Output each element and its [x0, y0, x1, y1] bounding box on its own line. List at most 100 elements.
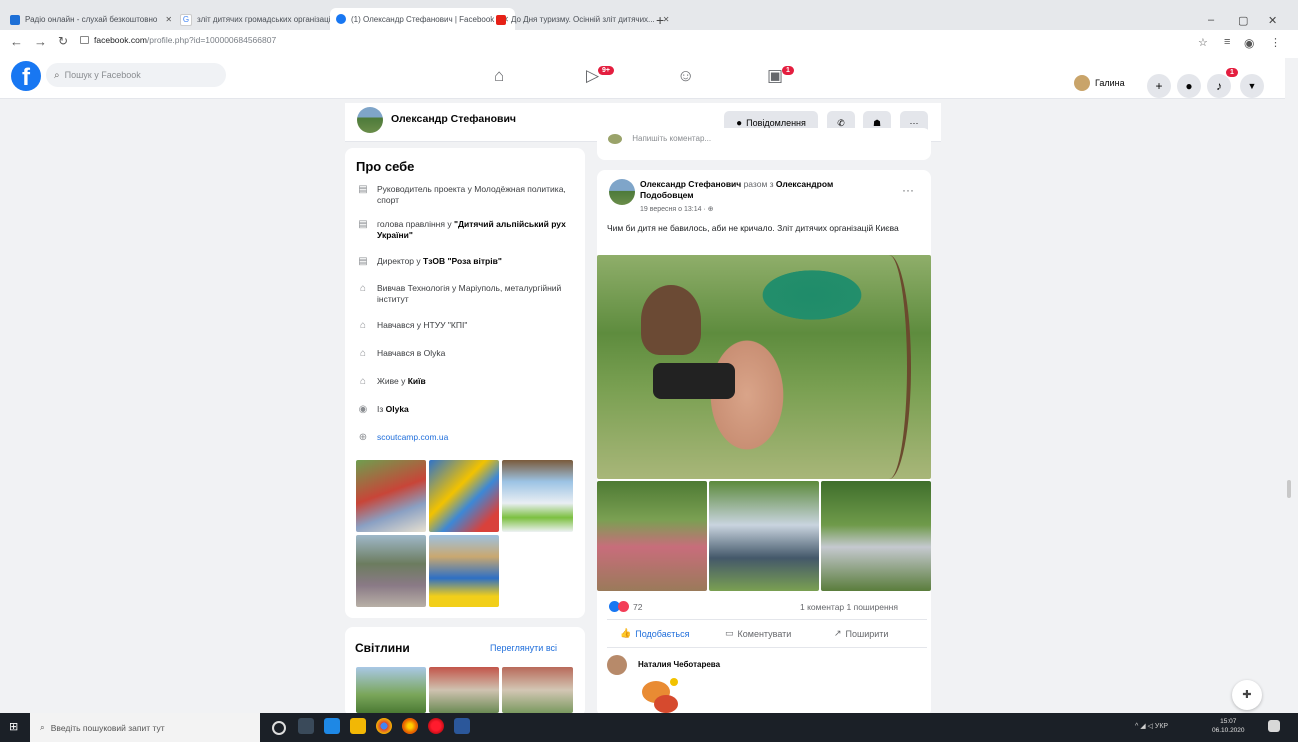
photo-thumbnail[interactable] — [356, 667, 426, 713]
file-explorer-icon[interactable] — [350, 718, 366, 734]
post-text: Чим би дитя не бавилось, аби не кричало.… — [607, 223, 899, 233]
close-tab-icon[interactable]: ✕ — [165, 15, 172, 24]
action-center-icon[interactable] — [1268, 720, 1280, 732]
comment-button[interactable]: ▭ Коментувати — [725, 628, 791, 639]
about-title: Про себе — [356, 159, 415, 174]
website-link[interactable]: scoutcamp.com.ua — [377, 432, 448, 443]
photo-thumbnail[interactable] — [502, 667, 573, 713]
profile-avatar[interactable] — [357, 107, 383, 133]
scrollbar-thumb[interactable] — [1287, 480, 1291, 498]
groups-icon[interactable]: ☺ — [677, 66, 694, 86]
user-profile-chip[interactable]: Галина — [1074, 75, 1125, 91]
create-plus-icon[interactable]: + — [1147, 74, 1171, 98]
lock-icon — [80, 36, 89, 44]
gaming-badge: 1 — [782, 66, 794, 75]
browser-tab-radio[interactable]: Радіо онлайн - слухай безкоштовно ✕ — [10, 9, 172, 30]
commenter-avatar[interactable] — [607, 655, 627, 675]
post-author-avatar[interactable] — [609, 179, 635, 205]
firefox-icon[interactable] — [402, 718, 418, 734]
notifications-badge: 1 — [1226, 68, 1238, 77]
bookmark-star-icon[interactable]: ☆ — [1198, 36, 1208, 49]
word-icon[interactable] — [454, 718, 470, 734]
messenger-icon[interactable]: ● — [1177, 74, 1201, 98]
reading-list-icon[interactable]: ≡ — [1224, 36, 1230, 48]
commenter-name[interactable]: Наталия Чеботарева — [638, 660, 720, 669]
opera-icon[interactable] — [428, 718, 444, 734]
about-item-education: ⌂ Навчався в Olyka — [357, 348, 577, 359]
sticker-image — [642, 678, 678, 713]
featured-photo[interactable] — [502, 460, 573, 532]
profile-name[interactable]: Олександр Стефанович — [391, 113, 516, 125]
window-maximize-button[interactable]: ▢ — [1238, 14, 1248, 27]
about-item-work: ▤ Руководитель проекта у Молодёжная поли… — [358, 184, 566, 205]
post-main-photo[interactable] — [597, 255, 931, 479]
ellipsis-icon: ··· — [909, 118, 919, 128]
window-minimize-button[interactable]: – — [1208, 14, 1214, 26]
about-item-lives-in: ⌂ Живе у Київ — [357, 376, 577, 387]
featured-photo[interactable] — [356, 460, 426, 532]
photos-title: Світлини — [355, 641, 410, 655]
divider — [607, 619, 927, 620]
profile-account-icon[interactable]: ◉ — [1244, 36, 1254, 50]
reactions-summary[interactable]: 72 — [609, 601, 642, 612]
user-avatar — [1074, 75, 1090, 91]
task-view-icon[interactable] — [298, 718, 314, 734]
about-item-from: ◉ Із Olyka — [358, 404, 409, 415]
comment-input[interactable]: Напишіть коментар... — [608, 134, 711, 144]
photo-detail — [641, 285, 701, 355]
chrome-icon[interactable] — [376, 718, 392, 734]
share-arrow-icon: ↗ — [834, 628, 842, 638]
forward-arrow-icon[interactable]: → — [34, 34, 47, 49]
account-dropdown-icon[interactable]: ▼ — [1240, 74, 1264, 98]
featured-photo[interactable] — [429, 535, 499, 607]
house-icon: ⌂ — [359, 376, 367, 387]
post-photo[interactable] — [821, 481, 931, 591]
browser-tab-facebook-active[interactable]: (1) Олександр Стефанович | Facebook ✕ — [330, 8, 515, 30]
browser-tab-google[interactable]: G зліт дитячих громадських організацій ✕ — [180, 9, 350, 30]
graduation-cap-icon: ⌂ — [359, 320, 367, 331]
taskbar-clock[interactable]: 15:07 06.10.2020 — [1212, 717, 1245, 735]
windows-start-icon[interactable]: ⊞ — [9, 720, 18, 733]
about-item-education: ⌂ Навчався у НТУУ "КПІ" — [357, 320, 577, 331]
browser-menu-icon[interactable]: ⋮ — [1270, 36, 1281, 49]
google-favicon-icon: G — [180, 13, 192, 26]
edge-icon[interactable] — [324, 718, 340, 734]
post-author-line: Олександр Стефанович разом з Олександром… — [640, 179, 834, 200]
system-tray[interactable]: ^ ◢ ◁ УКР — [1135, 722, 1168, 730]
gaming-icon[interactable]: ▣ — [767, 66, 783, 86]
facebook-search-input[interactable]: ⌕ Пошук у Facebook — [46, 63, 226, 87]
like-button[interactable]: 👍 Подобається — [620, 628, 689, 639]
browser-tab-youtube[interactable]: До Дня туризму. Осінній зліт дитячих... … — [496, 9, 669, 30]
new-tab-button[interactable]: + — [656, 12, 664, 28]
cortana-icon[interactable] — [272, 721, 286, 735]
post-more-options-icon[interactable]: ··· — [902, 183, 914, 197]
see-all-photos-link[interactable]: Переглянути всі — [490, 643, 557, 653]
back-arrow-icon[interactable]: ← — [10, 34, 23, 49]
photo-thumbnail[interactable] — [429, 667, 499, 713]
new-chat-icon[interactable]: ✚ — [1232, 680, 1262, 710]
location-pin-icon: ◉ — [358, 404, 368, 415]
globe-icon: ⊕ — [707, 206, 714, 213]
post-timestamp[interactable]: 19 вересня о 13:14 · ⊕ — [640, 205, 714, 213]
featured-photo[interactable] — [356, 535, 426, 607]
facebook-logo-icon[interactable]: f — [11, 61, 41, 91]
home-icon[interactable]: ⌂ — [494, 66, 504, 86]
about-item-website: ⊕ scoutcamp.com.ua — [357, 432, 577, 443]
comment-bubble-icon: ▭ — [725, 628, 734, 638]
notifications-bell-icon[interactable]: ♪ — [1207, 74, 1231, 98]
taskbar-search-input[interactable]: ⌕ Введіть пошуковий запит тут — [30, 713, 260, 742]
person-icon: ☗ — [872, 117, 882, 128]
post-author-name[interactable]: Олександр Стефанович — [640, 179, 741, 189]
window-close-button[interactable]: ✕ — [1268, 14, 1277, 27]
graduation-cap-icon: ⌂ — [359, 348, 367, 359]
url-field[interactable]: facebook.com/profile.php?id=100000684566… — [80, 35, 276, 45]
post-photo[interactable] — [597, 481, 707, 591]
post-photo[interactable] — [709, 481, 819, 591]
share-button[interactable]: ↗ Поширити — [834, 628, 888, 639]
briefcase-icon: ▤ — [358, 256, 368, 267]
globe-icon: ⊕ — [358, 432, 368, 443]
featured-photo[interactable] — [429, 460, 499, 532]
radio-favicon-icon — [10, 14, 20, 25]
post-stats[interactable]: 1 коментар 1 поширення — [800, 602, 898, 612]
reload-icon[interactable]: ↻ — [58, 34, 68, 48]
